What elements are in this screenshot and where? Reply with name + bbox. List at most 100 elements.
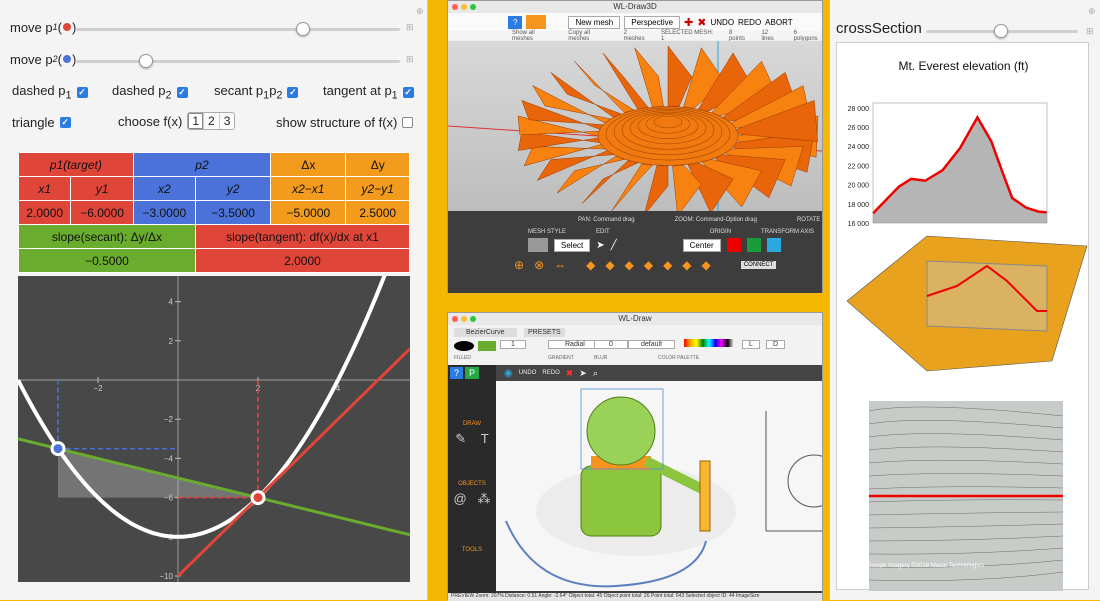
close-icon[interactable]: ⊕: [1088, 6, 1096, 17]
move-icon[interactable]: ⊕: [514, 258, 524, 272]
p-icon[interactable]: P: [465, 367, 480, 379]
move-p2-slider-thumb[interactable]: [139, 54, 153, 68]
checkbox-checked-icon[interactable]: ✓: [59, 117, 71, 128]
ellipse-icon[interactable]: [454, 341, 474, 351]
select-button[interactable]: Select: [554, 238, 591, 252]
close-icon[interactable]: ⊕: [416, 6, 424, 17]
connect-button[interactable]: CONNECT: [740, 261, 777, 269]
darker-button[interactable]: D: [766, 340, 786, 349]
line-icon[interactable]: ╱: [611, 240, 617, 251]
y-tick-label: −10: [159, 572, 173, 581]
expand-icon[interactable]: ⊞: [406, 54, 414, 65]
close-icon[interactable]: [452, 4, 458, 10]
pointer-icon[interactable]: ➤: [579, 368, 587, 379]
delete-icon[interactable]: ✖: [697, 16, 706, 29]
minimize-icon[interactable]: [461, 4, 467, 10]
p2-point[interactable]: [50, 441, 66, 457]
tangent-toggle[interactable]: tangent at p1 ✓: [323, 83, 414, 102]
edit-label: EDIT: [596, 229, 610, 235]
spiral-icon[interactable]: @: [453, 491, 466, 507]
undo-button[interactable]: UNDO: [519, 370, 537, 376]
close-icon[interactable]: [452, 316, 458, 322]
pattern-icon[interactable]: ⁂: [478, 491, 491, 507]
selected-mesh: SELECTED MESH: 1: [660, 29, 714, 42]
3d-viewport[interactable]: [448, 41, 822, 211]
help-icon[interactable]: ?: [450, 367, 464, 379]
maximize-icon[interactable]: [470, 4, 476, 10]
checkbox-checked-icon[interactable]: ✓: [176, 86, 188, 98]
move-p1-slider[interactable]: [75, 28, 400, 31]
maximize-icon[interactable]: [470, 316, 476, 322]
move-p1-slider-thumb[interactable]: [296, 22, 310, 36]
palette-select[interactable]: default: [628, 340, 676, 349]
center-button[interactable]: Center: [682, 238, 721, 252]
fx-selector[interactable]: 123: [187, 112, 236, 130]
triangle-toggle[interactable]: triangle ✓: [12, 115, 71, 130]
fx-option-3[interactable]: 3: [219, 113, 235, 129]
shape-icon[interactable]: ◆: [644, 258, 653, 272]
scale-icon[interactable]: ⇔: [554, 258, 566, 272]
fx-option-2[interactable]: 2: [204, 113, 220, 129]
function-plot[interactable]: −2 2 442−2−4−6−8−10: [18, 276, 410, 582]
checkbox-unchecked-icon[interactable]: [402, 117, 414, 128]
expand-icon[interactable]: ⊞: [406, 22, 414, 33]
copy-all-meshes-checkbox[interactable]: Copy all meshes: [568, 30, 611, 42]
pencil-icon[interactable]: ✎: [455, 431, 466, 447]
rotate-icon[interactable]: ⊗: [534, 258, 544, 272]
shape-icon[interactable]: ◆: [682, 258, 691, 272]
shape-icon[interactable]: ◆: [625, 258, 634, 272]
tangent-line: [176, 347, 410, 578]
zoom-hint: ZOOM: Command-Option drag: [674, 217, 757, 223]
draw-titlebar: WL-Draw: [448, 313, 822, 325]
opacity-field[interactable]: 1: [500, 340, 526, 349]
dashed-p2-toggle[interactable]: dashed p2 ✓: [112, 83, 188, 102]
redo-button[interactable]: REDO: [738, 18, 761, 27]
expand-icon[interactable]: ⊞: [1086, 26, 1094, 37]
shape-icon[interactable]: ◆: [586, 258, 595, 272]
show-structure-toggle[interactable]: show structure of f(x): [276, 115, 414, 130]
pointer-icon[interactable]: ➤: [596, 240, 604, 251]
z-axis-swatch[interactable]: [766, 238, 781, 252]
eye-icon[interactable]: ◉: [504, 368, 513, 379]
cross-section-slider-thumb[interactable]: [994, 24, 1008, 38]
color-palette[interactable]: [684, 339, 734, 347]
axes-icon[interactable]: ✚: [684, 16, 693, 29]
value-x1: 2.0000: [17, 200, 72, 225]
redo-button[interactable]: REDO: [542, 370, 559, 376]
new-mesh-button[interactable]: New mesh: [568, 15, 621, 29]
shape-icon[interactable]: ◆: [702, 258, 711, 272]
cube-icon[interactable]: [526, 15, 547, 29]
delete-icon[interactable]: ✖: [566, 368, 574, 379]
y-axis-swatch[interactable]: [746, 238, 761, 252]
checkbox-checked-icon[interactable]: ✓: [76, 86, 88, 98]
elevation-visuals: 28 000 26 000 24 000 22 000 20 000 18 000 16 0…: [846, 102, 1088, 591]
mesh-style-swatch[interactable]: [528, 238, 548, 252]
dashed-p1-toggle[interactable]: dashed p1 ✓: [12, 83, 88, 102]
text-icon[interactable]: T: [481, 431, 489, 447]
turbine-blade: [644, 165, 669, 211]
draw3d-toolbar: ? New mesh Perspective ✚ ✖ UNDO REDO ABO…: [448, 13, 822, 31]
lighter-button[interactable]: L: [742, 340, 760, 349]
draw-canvas[interactable]: [496, 381, 822, 591]
x-axis-swatch[interactable]: [726, 238, 741, 252]
abort-button[interactable]: ABORT: [765, 18, 792, 27]
col-y2: y2: [194, 176, 272, 201]
blur-field[interactable]: 0: [594, 340, 628, 349]
presets-button[interactable]: PRESETS: [524, 328, 565, 337]
secant-toggle[interactable]: secant p1p2 ✓: [214, 83, 299, 102]
undo-button[interactable]: UNDO: [710, 18, 734, 27]
show-all-meshes-checkbox[interactable]: Show all meshes: [512, 30, 556, 42]
shape-icon[interactable]: ◆: [605, 258, 614, 272]
perspective-button[interactable]: Perspective: [624, 15, 681, 29]
p1-point[interactable]: [250, 490, 266, 506]
color-swatch[interactable]: [478, 341, 496, 351]
checkbox-checked-icon[interactable]: ✓: [287, 86, 299, 98]
checkbox-checked-icon[interactable]: ✓: [402, 86, 414, 98]
zoom-icon[interactable]: ⌕: [593, 368, 598, 379]
help-icon[interactable]: ?: [508, 15, 523, 29]
shape-icon[interactable]: ◆: [663, 258, 672, 272]
minimize-icon[interactable]: [461, 316, 467, 322]
move-p2-slider[interactable]: [75, 60, 400, 63]
draw-section-label: DRAW: [462, 421, 482, 427]
fx-option-1[interactable]: 1: [188, 113, 204, 129]
